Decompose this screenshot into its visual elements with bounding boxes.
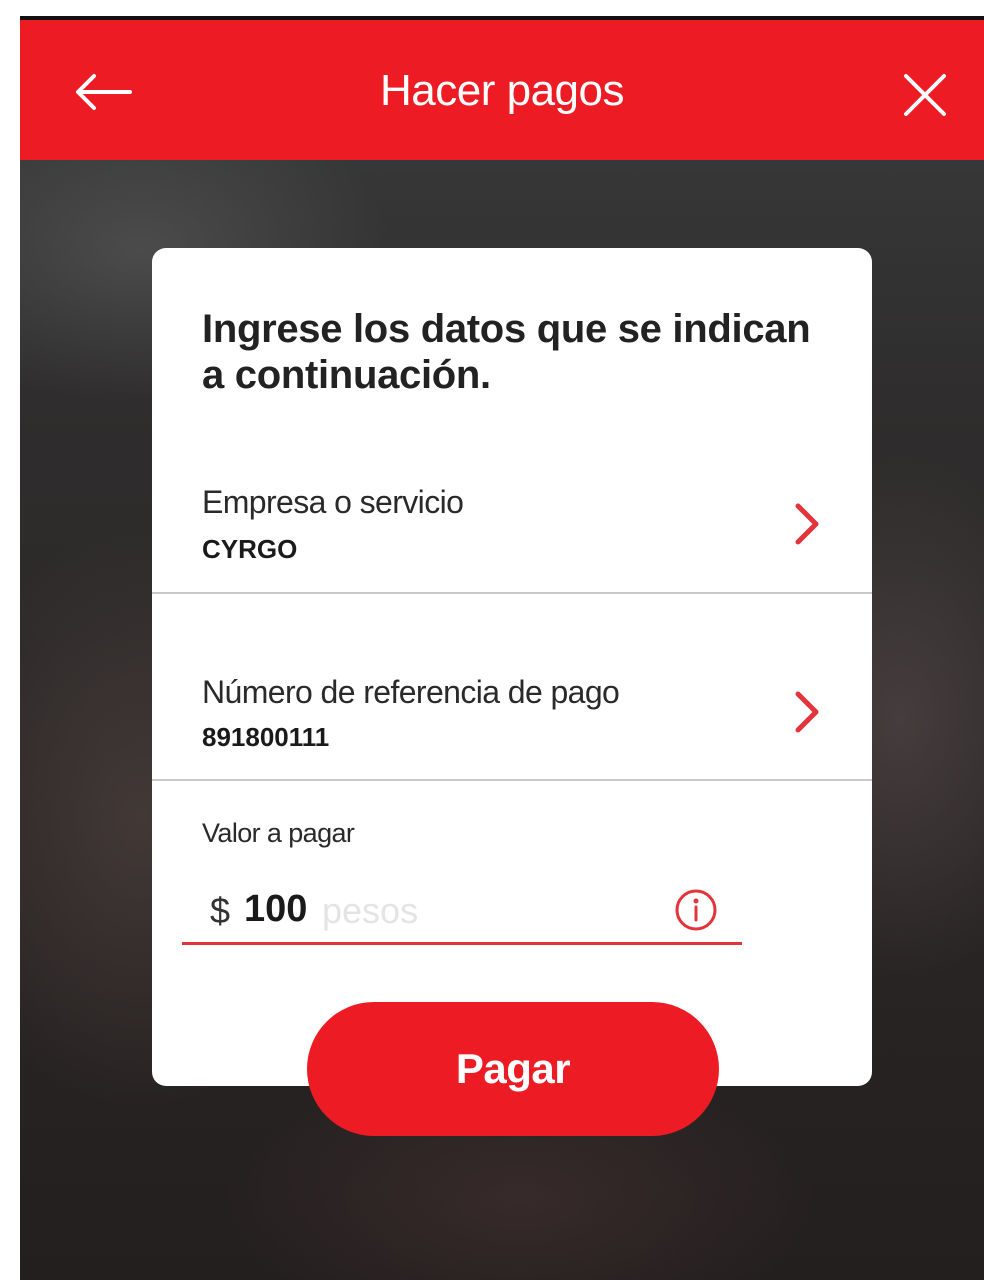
pay-button[interactable]: Pagar (307, 1002, 719, 1136)
close-icon[interactable] (900, 70, 950, 120)
header-bar: Hacer pagos (20, 20, 984, 160)
reference-selector[interactable]: Número de referencia de pago 891800111 (152, 594, 872, 778)
reference-value: 891800111 (202, 722, 330, 752)
company-label: Empresa o servicio (202, 484, 464, 520)
chevron-right-icon (795, 691, 819, 733)
reference-label: Número de referencia de pago (202, 674, 620, 710)
company-selector[interactable]: Empresa o servicio CYRGO (152, 248, 872, 593)
payment-form-card: Ingrese los datos que se indican a conti… (152, 248, 872, 1086)
page-title: Hacer pagos (380, 66, 624, 115)
info-icon[interactable] (674, 888, 718, 932)
amount-label: Valor a pagar (202, 818, 355, 848)
amount-unit: pesos (322, 890, 419, 931)
company-value: CYRGO (202, 534, 298, 564)
app-screen: Hacer pagos Ingrese los datos que se ind… (20, 20, 984, 1280)
amount-underline (182, 942, 742, 945)
chevron-right-icon (795, 503, 819, 545)
amount-value: 100 (244, 888, 308, 930)
amount-input[interactable]: $ 100 pesos (182, 880, 742, 945)
divider (152, 779, 872, 781)
top-strip (0, 0, 984, 20)
currency-symbol: $ (210, 890, 231, 931)
